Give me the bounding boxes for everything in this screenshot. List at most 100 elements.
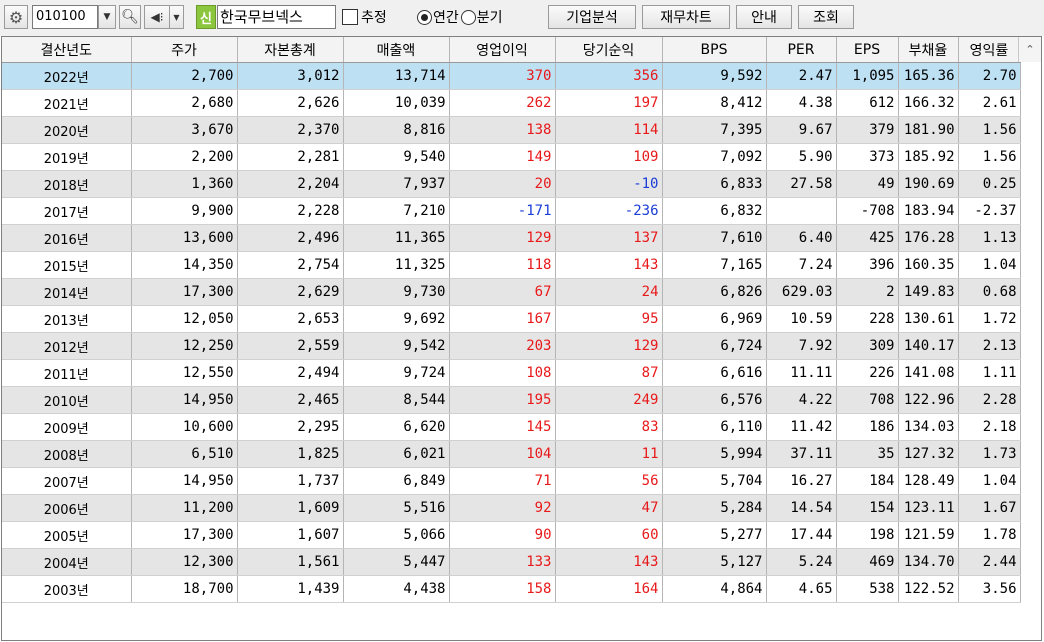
table-cell: 104 (449, 440, 556, 468)
table-cell: -2.37 (958, 197, 1021, 225)
table-cell: 7,395 (662, 116, 767, 144)
table-cell: 6,620 (343, 413, 450, 441)
table-row[interactable]: 2013년 12,050 2,653 9,692 167 95 6,969 10.59 228 1… (2, 305, 1021, 333)
table-cell: 49 (836, 170, 899, 198)
company-analysis-button[interactable]: 기업분석 (548, 5, 636, 29)
table-cell: 3,670 (131, 116, 238, 144)
table-row[interactable]: 2015년 14,350 2,754 11,325 118 143 7,165 7.24 396… (2, 251, 1021, 279)
table-cell: 195 (449, 386, 556, 414)
table-row[interactable]: 2020년 3,670 2,370 8,816 138 114 7,395 9.67 379 18… (2, 116, 1021, 144)
table-row[interactable]: 2006년 11,200 1,609 5,516 92 47 5,284 14.54 154 12… (2, 494, 1021, 522)
guide-button[interactable]: 안내 (736, 5, 792, 29)
table-row[interactable]: 2014년 17,300 2,629 9,730 67 24 6,826 629.03 2 149… (2, 278, 1021, 306)
table-header-row: 결산년도 주가 자본총계 매출액 영업이익 당기순익 BPS PER EPS 부채율 영익률 (2, 37, 1021, 63)
table-cell: 2,370 (237, 116, 344, 144)
table-cell: 143 (555, 548, 663, 576)
table-cell: 7,937 (343, 170, 450, 198)
table-cell: 538 (836, 575, 899, 603)
stock-code-input[interactable]: 010100 (32, 5, 98, 29)
query-button[interactable]: 조회 (798, 5, 854, 29)
table-cell: 7,165 (662, 251, 767, 279)
speaker-dropdown-icon[interactable]: ▼ (170, 5, 184, 29)
table-row[interactable]: 2012년 12,250 2,559 9,542 203 129 6,724 7.92 309 1… (2, 332, 1021, 360)
table-row[interactable]: 2004년 12,300 1,561 5,447 133 143 5,127 5.24 469 1… (2, 548, 1021, 576)
table-cell: 7.24 (766, 251, 837, 279)
table-cell: 27.58 (766, 170, 837, 198)
table-cell: 17,300 (131, 278, 238, 306)
speaker-icon[interactable]: ◀⁝ (144, 5, 170, 29)
quarter-radio[interactable] (460, 9, 476, 25)
table-cell: 2.47 (766, 62, 837, 90)
table-cell: 9,724 (343, 359, 450, 387)
table-row[interactable]: 2011년 12,550 2,494 9,724 108 87 6,616 11.11 226 1… (2, 359, 1021, 387)
column-header[interactable]: 부채율 (898, 37, 959, 63)
table-cell: 2,629 (237, 278, 344, 306)
gear-icon[interactable]: ⚙ (4, 5, 28, 29)
column-header[interactable]: 자본총계 (237, 37, 344, 63)
table-cell: 1.56 (958, 116, 1021, 144)
table-cell: 154 (836, 494, 899, 522)
table-cell: 11 (555, 440, 663, 468)
search-icon[interactable]: 🔍︎ (119, 5, 141, 29)
column-header[interactable]: BPS (662, 37, 767, 63)
table-cell: 198 (836, 521, 899, 549)
table-row[interactable]: 2009년 10,600 2,295 6,620 145 83 6,110 11.42 186 1… (2, 413, 1021, 441)
table-cell: 379 (836, 116, 899, 144)
table-row[interactable]: 2008년 6,510 1,825 6,021 104 11 5,994 37.11 35 127… (2, 440, 1021, 468)
column-header[interactable]: 주가 (131, 37, 238, 63)
table-cell: 11.11 (766, 359, 837, 387)
table-row[interactable]: 2007년 14,950 1,737 6,849 71 56 5,704 16.27 184 12… (2, 467, 1021, 495)
estimate-checkbox-group[interactable]: 추정 (342, 5, 406, 29)
chevron-down-icon[interactable]: ▼ (98, 5, 116, 29)
column-header[interactable]: 영익률 (958, 37, 1021, 63)
table-cell: 2.13 (958, 332, 1021, 360)
table-cell: 2.61 (958, 89, 1021, 117)
table-cell: 2021년 (2, 89, 132, 117)
table-cell: 7.92 (766, 332, 837, 360)
column-header[interactable]: 매출액 (343, 37, 450, 63)
company-name-field[interactable]: 한국무브넥스 (217, 5, 336, 29)
column-header[interactable]: 결산년도 (2, 37, 132, 63)
table-cell: 127.32 (898, 440, 959, 468)
quarter-label: 분기 (476, 10, 503, 26)
table-cell: 140.17 (898, 332, 959, 360)
table-cell: -10 (555, 170, 663, 198)
table-row[interactable]: 2018년 1,360 2,204 7,937 20 -10 6,833 27.58 49 190… (2, 170, 1021, 198)
table-cell: 2009년 (2, 413, 132, 441)
table-cell: 2,281 (237, 143, 344, 171)
column-header[interactable]: PER (766, 37, 837, 63)
table-cell: 5,704 (662, 467, 767, 495)
financial-chart-button[interactable]: 재무차트 (642, 5, 730, 29)
table-row[interactable]: 2016년 13,600 2,496 11,365 129 137 7,610 6.40 425… (2, 224, 1021, 252)
table-cell: 2,496 (237, 224, 344, 252)
table-cell: 1.73 (958, 440, 1021, 468)
table-row[interactable]: 2022년 2,700 3,012 13,714 370 356 9,592 2.47 1,09… (2, 62, 1021, 90)
estimate-label: 추정 (361, 10, 387, 26)
table-cell: 130.61 (898, 305, 959, 333)
column-header[interactable]: 영업이익 (449, 37, 556, 63)
table-cell: 2020년 (2, 116, 132, 144)
table-cell: 2015년 (2, 251, 132, 279)
table-cell: 373 (836, 143, 899, 171)
scroll-up-icon[interactable]: ⌃ (1018, 37, 1041, 62)
table-cell: 37.11 (766, 440, 837, 468)
column-header[interactable]: EPS (836, 37, 899, 63)
estimate-checkbox[interactable] (342, 9, 358, 25)
table-cell: 17.44 (766, 521, 837, 549)
column-header[interactable]: 당기순익 (555, 37, 663, 63)
table-row[interactable]: 2021년 2,680 2,626 10,039 262 197 8,412 4.38 612 1… (2, 89, 1021, 117)
table-cell: 10,039 (343, 89, 450, 117)
table-row[interactable]: 2005년 17,300 1,607 5,066 90 60 5,277 17.44 198 12… (2, 521, 1021, 549)
table-cell: 5.90 (766, 143, 837, 171)
table-row[interactable]: 2017년 9,900 2,228 7,210 -171 -236 6,832 -708 183… (2, 197, 1021, 225)
annual-radio[interactable] (417, 9, 432, 25)
table-cell: 9,692 (343, 305, 450, 333)
table-cell: 309 (836, 332, 899, 360)
table-cell: 164 (555, 575, 663, 603)
financial-grid: 결산년도 주가 자본총계 매출액 영업이익 당기순익 BPS PER EPS 부채율 영익률 202… (1, 36, 1042, 641)
table-row[interactable]: 2003년 18,700 1,439 4,438 158 164 4,864 4.65 538 1… (2, 575, 1021, 603)
table-cell: 129 (555, 332, 663, 360)
table-cell: 197 (555, 89, 663, 117)
table-row[interactable]: 2019년 2,200 2,281 9,540 149 109 7,092 5.90 373 18… (2, 143, 1021, 171)
table-row[interactable]: 2010년 14,950 2,465 8,544 195 249 6,576 4.22 708 1… (2, 386, 1021, 414)
